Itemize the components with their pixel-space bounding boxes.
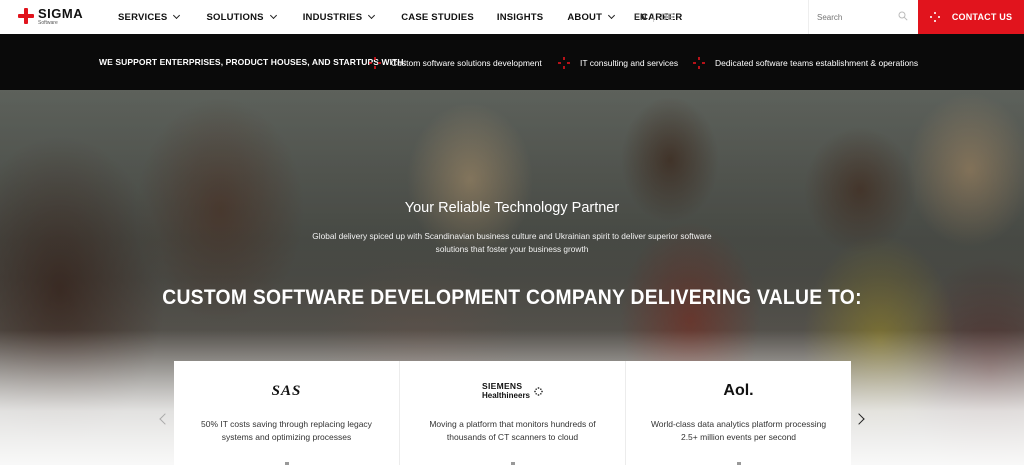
band-item-it-consulting[interactable]: IT consulting and services	[558, 57, 678, 69]
client-card-sas[interactable]: SAS 50% IT costs saving through replacin…	[174, 361, 400, 465]
cross-dots-icon	[369, 57, 381, 69]
chevron-down-icon	[173, 11, 181, 20]
band-lead: WE SUPPORT ENTERPRISES, PRODUCT HOUSES, …	[99, 57, 407, 67]
client-carousel: SAS 50% IT costs saving through replacin…	[174, 361, 851, 465]
search-icon[interactable]	[898, 11, 908, 21]
nav-item-about[interactable]: ABOUT	[567, 11, 616, 23]
sigma-logo[interactable]: SIGMA Software	[18, 7, 94, 29]
band-item-custom-software[interactable]: Custom software solutions development	[369, 57, 542, 69]
chevron-down-icon	[608, 11, 616, 20]
nav-item-industries[interactable]: INDUSTRIES	[303, 11, 376, 23]
sigma-cross-icon	[18, 8, 34, 24]
logo-name: SIGMA	[38, 6, 84, 21]
search-box	[808, 0, 918, 34]
chevron-down-icon	[269, 11, 277, 20]
hero-subtitle: Global delivery spiced up with Scandinav…	[312, 231, 712, 254]
siemens-healthineers-logo: SIEMENS Healthineers	[482, 382, 543, 400]
card-description: World-class data analytics platform proc…	[650, 419, 827, 442]
contact-us-button[interactable]: CONTACT US	[918, 0, 1024, 34]
client-card-aol[interactable]: Aol. World-class data analytics platform…	[626, 361, 851, 465]
cross-dots-icon	[558, 57, 570, 69]
sas-logo: SAS	[271, 382, 302, 399]
cross-dots-icon	[693, 57, 705, 69]
chevron-down-icon	[368, 11, 376, 20]
nav-item-insights[interactable]: INSIGHTS	[497, 12, 543, 23]
search-input[interactable]	[817, 12, 897, 22]
nav-item-services[interactable]: SERVICES	[118, 11, 181, 23]
card-description: Moving a platform that monitors hundreds…	[429, 419, 596, 442]
client-card-siemens[interactable]: SIEMENS Healthineers Moving a platform t…	[400, 361, 626, 465]
hero-heading: CUSTOM SOFTWARE DEVELOPMENT COMPANY DELI…	[162, 286, 862, 309]
cross-dots-icon	[929, 12, 940, 22]
hero-title: Your Reliable Technology Partner	[404, 200, 620, 216]
site-header: SIGMA Software SERVICES SOLUTIONS INDUST…	[0, 0, 1024, 34]
lang-de[interactable]: DE	[661, 12, 674, 22]
nav-item-solutions[interactable]: SOLUTIONS	[206, 11, 277, 23]
lang-en[interactable]: EN	[634, 12, 647, 22]
services-band: WE SUPPORT ENTERPRISES, PRODUCT HOUSES, …	[0, 34, 1024, 90]
main-nav: SERVICES SOLUTIONS INDUSTRIES CASE STUDI…	[118, 0, 682, 34]
lang-separator: |	[652, 12, 655, 22]
card-description: 50% IT costs saving through replacing le…	[201, 419, 372, 442]
aol-logo: Aol.	[723, 382, 754, 399]
band-item-dedicated-teams[interactable]: Dedicated software teams establishment &…	[693, 57, 918, 69]
healthineers-dots-icon	[534, 386, 543, 396]
nav-item-case-studies[interactable]: CASE STUDIES	[401, 12, 474, 23]
language-switcher: EN | DE	[634, 12, 673, 22]
logo-sub: Software	[38, 20, 58, 26]
